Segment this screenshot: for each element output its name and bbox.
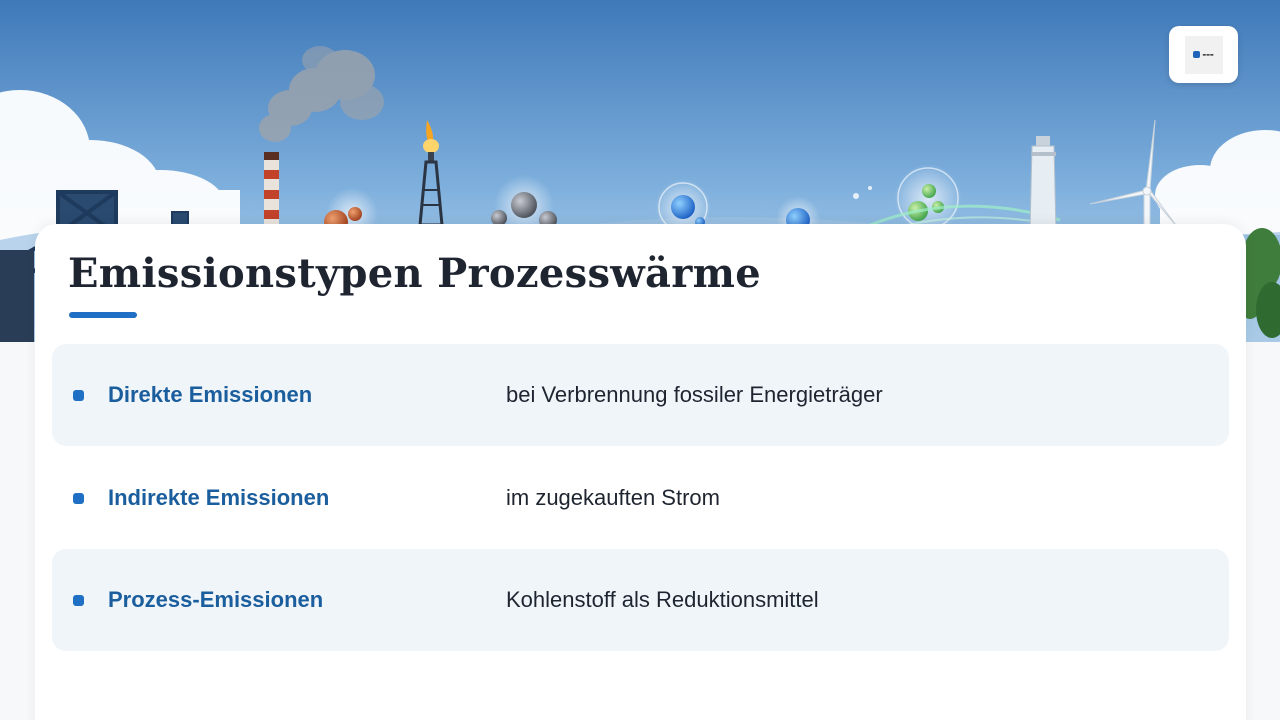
logo-wordmark: ▬▬▬ (1202, 52, 1214, 57)
emission-type-description: im zugekauften Strom (506, 485, 720, 510)
emission-row-process: Prozess-Emissionen Kohlenstoff als Reduk… (52, 549, 1229, 651)
cooling-tower (1029, 136, 1057, 233)
company-logo-badge[interactable]: ▬▬▬ (1169, 26, 1238, 83)
emission-row-indirect: Indirekte Emissionen im zugekauften Stro… (52, 447, 1229, 549)
chimney (264, 152, 279, 232)
page-title: Emissionstypen Prozesswärme (68, 250, 762, 297)
square-bullet-icon (73, 493, 84, 504)
emission-type-label: Indirekte Emissionen (108, 485, 330, 510)
company-logo-icon: ▬▬▬ (1184, 35, 1223, 74)
logo-mark (1193, 51, 1201, 58)
emission-row-direct: Direkte Emissionen bei Verbrennung fossi… (52, 344, 1229, 446)
emission-type-label: Prozess-Emissionen (108, 587, 324, 612)
title-underline (69, 312, 137, 318)
emission-type-label: Direkte Emissionen (108, 382, 313, 407)
square-bullet-icon (73, 390, 84, 401)
emission-type-description: Kohlenstoff als Reduktionsmittel (506, 587, 819, 612)
square-bullet-icon (73, 595, 84, 606)
emission-type-description: bei Verbrennung fossiler Energieträger (506, 382, 883, 407)
